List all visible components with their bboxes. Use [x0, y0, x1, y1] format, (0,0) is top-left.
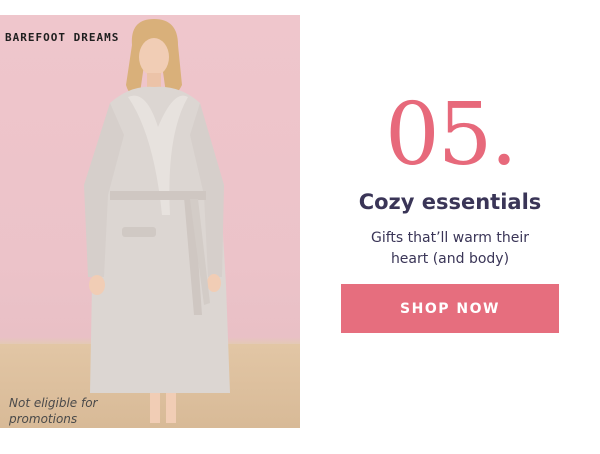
model-in-robe-illustration	[84, 19, 230, 423]
promotion-notice: Not eligible for promotions	[9, 396, 98, 426]
promo-title: Cozy essentials	[358, 190, 542, 214]
brand-logo: BAREFOOT DREAMS	[5, 31, 120, 44]
subtitle-line-2: heart (and body)	[390, 251, 510, 267]
item-number: 05.	[385, 85, 518, 185]
product-photo[interactable]: BAREFOOT DREAMS Not eligible for promoti…	[0, 15, 300, 428]
promo-subtitle: Gifts that’ll warm their heart (and body…	[300, 228, 600, 270]
subtitle-line-1: Gifts that’ll warm their	[370, 230, 529, 246]
shop-now-button[interactable]: SHOP NOW	[341, 284, 559, 333]
